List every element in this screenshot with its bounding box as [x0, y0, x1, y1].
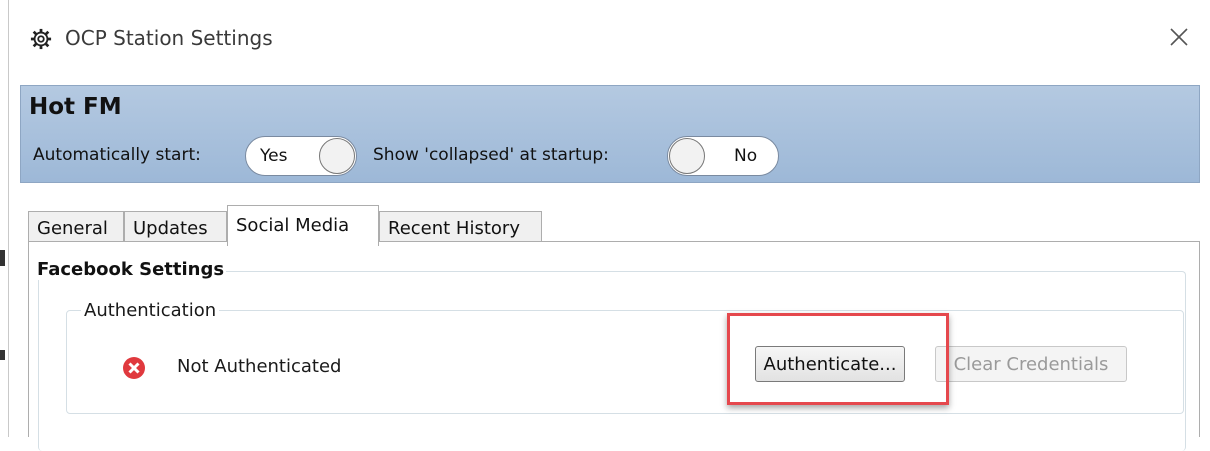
toggle-knob: [669, 138, 705, 174]
close-icon: [1170, 28, 1188, 46]
highlight-box: [727, 313, 949, 405]
left-edge-mark: [0, 350, 5, 360]
window-title: OCP Station Settings: [65, 26, 273, 50]
tab-label: Social Media: [236, 215, 350, 236]
auto-start-toggle[interactable]: Yes: [245, 136, 357, 176]
tab-label: General: [37, 218, 108, 239]
left-window-edge: [0, 0, 9, 437]
collapsed-toggle[interactable]: No: [667, 136, 779, 176]
collapsed-label: Show 'collapsed' at startup:: [373, 145, 609, 165]
authentication-title: Authentication: [81, 300, 220, 321]
gear-icon: [30, 28, 52, 50]
title-bar: OCP Station Settings: [10, 0, 1210, 80]
auto-start-label: Automatically start:: [33, 145, 201, 165]
station-name: Hot FM: [29, 94, 122, 120]
tab-label: Updates: [133, 218, 208, 239]
error-icon: [123, 357, 145, 379]
toggle-knob: [319, 138, 355, 174]
close-button[interactable]: [1162, 20, 1196, 54]
station-header: Hot FM Automatically start: Yes Show 'co…: [20, 85, 1200, 183]
left-edge-mark: [0, 250, 5, 266]
tab-general[interactable]: General: [28, 211, 124, 245]
tab-updates[interactable]: Updates: [124, 211, 227, 245]
facebook-settings-title: Facebook Settings: [35, 259, 227, 280]
clear-credentials-button[interactable]: Clear Credentials: [935, 346, 1127, 382]
tab-recent-history[interactable]: Recent History: [379, 211, 542, 245]
collapsed-value: No: [734, 146, 758, 166]
auto-start-value: Yes: [260, 146, 288, 166]
tab-social-media[interactable]: Social Media: [227, 205, 379, 246]
auth-status-text: Not Authenticated: [177, 356, 342, 377]
tab-label: Recent History: [388, 218, 520, 239]
tab-content: Facebook Settings Authentication Not Aut…: [28, 241, 1200, 451]
